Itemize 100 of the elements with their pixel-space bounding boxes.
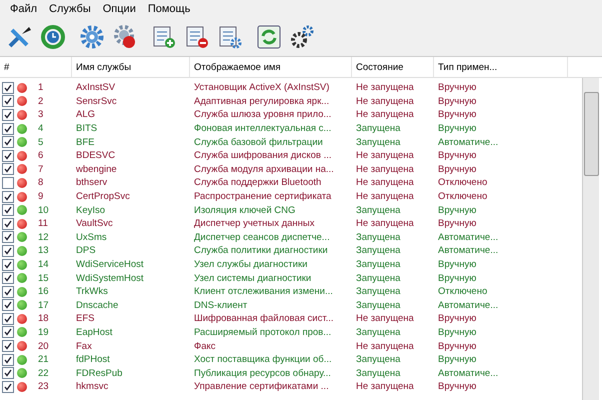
- checkbox[interactable]: [2, 136, 14, 148]
- display-name: Служба поддержки Bluetooth: [193, 176, 322, 190]
- checkbox[interactable]: [2, 367, 14, 380]
- service-state: Не запущена: [355, 108, 415, 122]
- display-name: Изоляция ключей CNG: [193, 204, 296, 217]
- service-state: Не запущена: [355, 190, 415, 204]
- service-state: Не запущена: [355, 162, 415, 176]
- service-state: Запущена: [355, 285, 402, 298]
- startup-type: Вручную: [437, 81, 478, 95]
- service-name: wbengine: [75, 162, 118, 176]
- service-name: hkmsvc: [75, 380, 110, 394]
- column-header[interactable]: Имя службы: [72, 57, 190, 78]
- column-header[interactable]: Тип примен...: [434, 57, 568, 78]
- toolbar-button[interactable]: [288, 23, 316, 51]
- display-name: Факс: [193, 340, 217, 353]
- startup-type: Отключено: [437, 190, 488, 204]
- display-name: Шифрованная файловая сист...: [193, 312, 335, 326]
- checkbox[interactable]: [2, 340, 14, 352]
- menu-item[interactable]: Файл: [4, 3, 44, 15]
- service-state: Запущена: [355, 258, 402, 272]
- service-state: Запущена: [355, 204, 402, 217]
- menu-item[interactable]: Помощь: [142, 3, 196, 15]
- checkbox[interactable]: [2, 312, 14, 325]
- service-name: KeyIso: [75, 204, 106, 217]
- checkbox[interactable]: [2, 176, 14, 189]
- service-name: EapHost: [75, 326, 114, 340]
- service-state: Не запущена: [355, 94, 415, 108]
- checkbox[interactable]: [2, 204, 14, 216]
- service-state: Запущена: [355, 122, 402, 136]
- row-number: 22: [37, 366, 50, 380]
- service-name: BDESVC: [75, 149, 116, 163]
- checkbox[interactable]: [2, 326, 14, 338]
- row-number: 17: [37, 298, 50, 312]
- service-state: Запущена: [355, 244, 402, 258]
- menu-item[interactable]: Службы: [43, 3, 97, 15]
- row-number: 7: [37, 162, 44, 176]
- checkbox[interactable]: [2, 122, 14, 135]
- checkbox[interactable]: [2, 82, 14, 94]
- checkbox[interactable]: [2, 244, 14, 257]
- row-number: 3: [37, 108, 44, 122]
- display-name: Публикация ресурсов обнару...: [193, 366, 332, 380]
- startup-type: Вручную: [437, 312, 478, 326]
- startup-type: Вручную: [437, 94, 478, 108]
- checkbox[interactable]: [2, 95, 14, 108]
- checkbox[interactable]: [2, 150, 14, 162]
- service-name: BFE: [75, 136, 96, 149]
- checkbox[interactable]: [2, 299, 14, 312]
- service-state: Запущена: [355, 353, 402, 366]
- checkbox[interactable]: [2, 354, 14, 366]
- menu-item[interactable]: Опции: [96, 3, 142, 15]
- service-state: Не запущена: [355, 312, 415, 326]
- column-header[interactable]: #: [0, 57, 72, 78]
- startup-type: Автоматиче...: [437, 136, 500, 149]
- column-header[interactable]: Состояние: [352, 57, 434, 78]
- toolbar-button[interactable]: [255, 23, 283, 51]
- service-name: WdiSystemHost: [75, 272, 145, 285]
- display-name: Узел службы диагностики: [193, 258, 308, 272]
- checkbox[interactable]: [2, 190, 14, 203]
- startup-type: Вручную: [437, 217, 478, 231]
- startup-type: Вручную: [437, 108, 478, 122]
- startup-type: Вручную: [437, 162, 478, 176]
- service-state: Запущена: [355, 136, 402, 149]
- checkbox[interactable]: [2, 231, 14, 244]
- checkbox[interactable]: [2, 286, 14, 298]
- service-state: Не запущена: [355, 217, 415, 231]
- service-name: TrkWks: [75, 285, 109, 298]
- row-number: 4: [37, 122, 44, 136]
- service-name: AxInstSV: [75, 81, 116, 95]
- display-name: Распространение сертификата: [193, 190, 332, 204]
- display-name: Служба шифрования дисков ...: [193, 149, 332, 163]
- column-header[interactable]: Отображаемое имя: [190, 57, 352, 78]
- display-name: Служба шлюза уровня прило...: [193, 108, 332, 122]
- checkbox[interactable]: [2, 218, 14, 230]
- row-number: 6: [37, 149, 44, 163]
- refresh-icon: [256, 24, 282, 50]
- scrollbar[interactable]: [582, 78, 599, 400]
- clock-icon: [40, 24, 66, 50]
- gear-icon: [79, 24, 105, 50]
- checkbox[interactable]: [2, 258, 14, 271]
- service-name: bthserv: [75, 176, 108, 190]
- checkbox[interactable]: [2, 380, 14, 393]
- row-number: 15: [37, 272, 50, 285]
- row-number: 2: [37, 94, 44, 108]
- startup-type: Вручную: [437, 204, 478, 217]
- display-name: Служба базовой фильтрации: [193, 136, 324, 149]
- startup-type: Вручную: [437, 340, 478, 353]
- checkbox[interactable]: [2, 163, 14, 176]
- service-name: DPS: [75, 244, 97, 258]
- display-name: Диспетчер сеансов диспетче...: [193, 230, 331, 244]
- service-name: CertPropSvc: [75, 190, 131, 204]
- service-name: ALG: [75, 108, 96, 122]
- display-name: Служба политики диагностики: [193, 244, 329, 258]
- display-name: Служба модуля архивации на...: [193, 162, 335, 176]
- checkbox[interactable]: [2, 108, 14, 121]
- checkbox[interactable]: [2, 272, 14, 284]
- row-number: 14: [37, 258, 50, 272]
- service-state: Запущена: [355, 272, 402, 285]
- row-number: 20: [37, 340, 50, 353]
- display-name: Узел системы диагностики: [193, 272, 312, 285]
- display-name: Фоновая интеллектуальная с...: [193, 122, 332, 136]
